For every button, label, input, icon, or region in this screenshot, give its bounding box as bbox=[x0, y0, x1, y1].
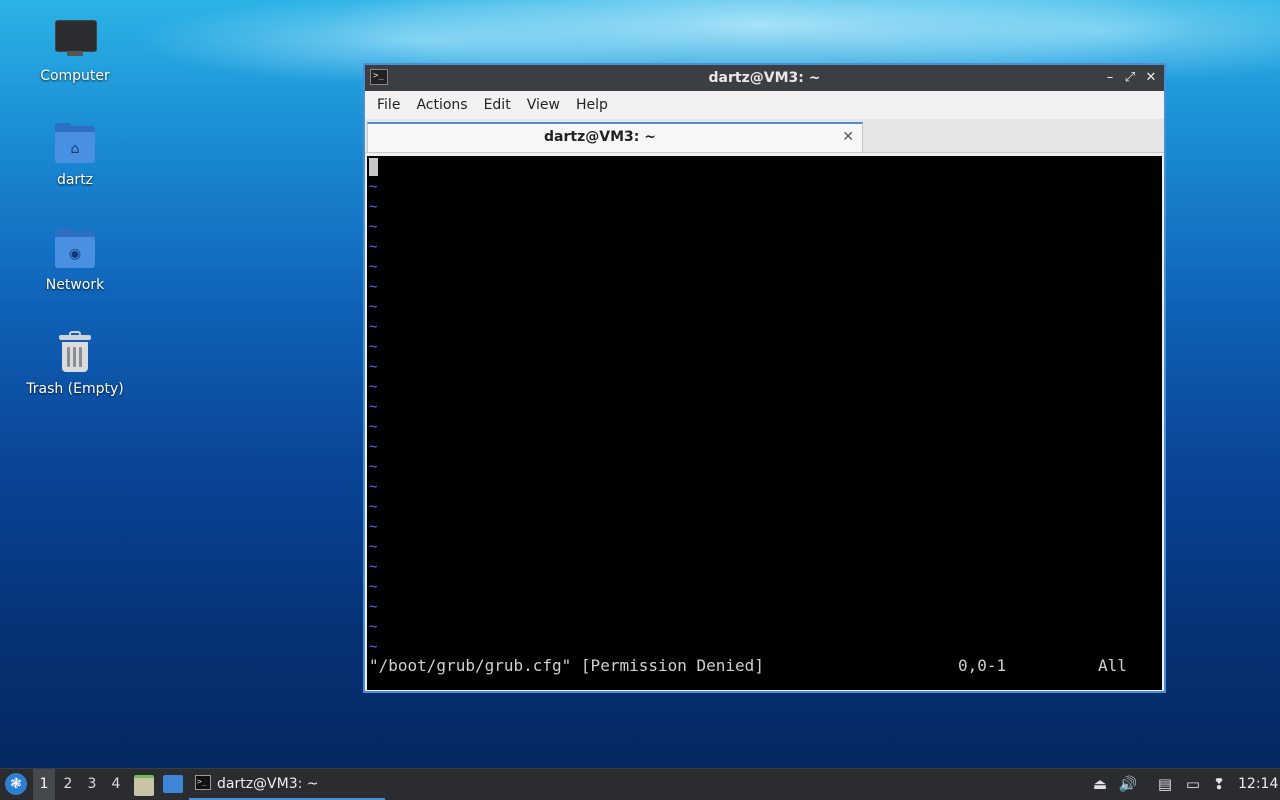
close-button[interactable]: ✕ bbox=[1141, 68, 1161, 88]
taskbar: ❃ 1 2 3 4 >_ dartz@VM3: ~ ⏏ 🔊 ▤ ▭ ❢ 12:1… bbox=[0, 768, 1280, 800]
tilde-marker: ~ bbox=[369, 299, 378, 315]
clock[interactable]: 12:14 bbox=[1238, 769, 1278, 800]
trash-icon bbox=[53, 331, 97, 375]
tilde-marker: ~ bbox=[369, 179, 378, 195]
vim-status-message: "/boot/grub/grub.cfg" [Permission Denied… bbox=[369, 656, 764, 675]
menu-edit[interactable]: Edit bbox=[476, 91, 519, 119]
volume-icon[interactable]: 🔊 bbox=[1118, 774, 1138, 794]
tilde-marker: ~ bbox=[369, 219, 378, 235]
window-title: dartz@VM3: ~ bbox=[708, 70, 821, 86]
menu-actions[interactable]: Actions bbox=[408, 91, 475, 119]
taskbar-terminal-button[interactable]: >_ dartz@VM3: ~ bbox=[189, 769, 385, 800]
minimize-button[interactable]: – bbox=[1100, 68, 1120, 88]
terminal-tab[interactable]: dartz@VM3: ~ ✕ bbox=[367, 122, 863, 152]
network-icon[interactable]: ▭ bbox=[1182, 774, 1204, 794]
tilde-marker: ~ bbox=[369, 239, 378, 255]
tilde-marker: ~ bbox=[369, 319, 378, 335]
tilde-marker: ~ bbox=[369, 559, 378, 575]
tilde-marker: ~ bbox=[369, 279, 378, 295]
desktop-icon-trash[interactable]: Trash (Empty) bbox=[15, 331, 135, 397]
tilde-marker: ~ bbox=[369, 459, 378, 475]
tilde-marker: ~ bbox=[369, 479, 378, 495]
update-notifier-icon[interactable]: ❢ bbox=[1208, 774, 1230, 794]
desktop-icon-label: Computer bbox=[40, 68, 110, 84]
tilde-marker: ~ bbox=[369, 359, 378, 375]
tab-close-icon[interactable]: ✕ bbox=[842, 127, 854, 147]
tilde-marker: ~ bbox=[369, 539, 378, 555]
show-desktop-icon[interactable] bbox=[163, 775, 183, 793]
computer-icon bbox=[53, 18, 97, 62]
vim-cursor-position: 0,0-1 bbox=[958, 656, 1007, 675]
menu-help[interactable]: Help bbox=[568, 91, 616, 119]
tilde-marker: ~ bbox=[369, 399, 378, 415]
desktop-icon-computer[interactable]: Computer bbox=[15, 18, 135, 84]
home-folder-icon: ⌂ bbox=[53, 122, 97, 166]
tilde-marker: ~ bbox=[369, 339, 378, 355]
terminal-window: >_ dartz@VM3: ~ – ⤢ ✕ File Actions Edit … bbox=[363, 63, 1166, 693]
tilde-marker: ~ bbox=[369, 439, 378, 455]
workspace-4[interactable]: 4 bbox=[105, 769, 127, 800]
tilde-marker: ~ bbox=[369, 519, 378, 535]
vim-scroll-position: All bbox=[1098, 656, 1127, 675]
tilde-marker: ~ bbox=[369, 599, 378, 615]
tab-bar: dartz@VM3: ~ ✕ bbox=[365, 119, 1164, 153]
desktop-icon-network[interactable]: ◉ Network bbox=[15, 227, 135, 293]
tilde-marker: ~ bbox=[369, 639, 378, 655]
clipboard-icon[interactable]: ▤ bbox=[1155, 774, 1175, 794]
maximize-button[interactable]: ⤢ bbox=[1120, 68, 1140, 88]
tilde-marker: ~ bbox=[369, 619, 378, 635]
tilde-marker: ~ bbox=[369, 499, 378, 515]
desktop-icon-label: Trash (Empty) bbox=[26, 381, 124, 397]
eject-icon[interactable]: ⏏ bbox=[1091, 774, 1109, 794]
tilde-marker: ~ bbox=[369, 379, 378, 395]
desktop-icon-label: dartz bbox=[56, 172, 94, 188]
desktop-icon-home[interactable]: ⌂ dartz bbox=[15, 122, 135, 188]
empty-line-markers: ~ ~ ~ ~ ~ ~ ~ ~ ~ ~ ~ ~ ~ ~ ~ ~ ~ ~ ~ ~ ~ ~ ~ ~ bbox=[369, 177, 377, 657]
text-cursor bbox=[369, 158, 378, 176]
workspace-2[interactable]: 2 bbox=[57, 769, 79, 800]
workspace-1[interactable]: 1 bbox=[33, 769, 55, 800]
tilde-marker: ~ bbox=[369, 419, 378, 435]
tilde-marker: ~ bbox=[369, 199, 378, 215]
terminal-icon: >_ bbox=[195, 775, 211, 790]
menu-file[interactable]: File bbox=[369, 91, 408, 119]
tilde-marker: ~ bbox=[369, 259, 378, 275]
file-manager-launcher-icon[interactable] bbox=[134, 775, 154, 796]
workspace-3[interactable]: 3 bbox=[81, 769, 103, 800]
menubar: File Actions Edit View Help bbox=[365, 91, 1164, 119]
menu-view[interactable]: View bbox=[519, 91, 568, 119]
window-titlebar[interactable]: >_ dartz@VM3: ~ – ⤢ ✕ bbox=[365, 65, 1164, 91]
application-menu-icon[interactable]: ❃ bbox=[5, 773, 27, 795]
terminal-area[interactable]: ~ ~ ~ ~ ~ ~ ~ ~ ~ ~ ~ ~ ~ ~ ~ ~ ~ ~ ~ ~ ~ ~ ~ ~ "/boot/grub/gru… bbox=[367, 156, 1162, 690]
tilde-marker: ~ bbox=[369, 579, 378, 595]
desktop-icon-label: Network bbox=[45, 277, 105, 293]
taskbar-task-label: dartz@VM3: ~ bbox=[217, 776, 319, 792]
network-folder-icon: ◉ bbox=[53, 227, 97, 271]
tab-title: dartz@VM3: ~ bbox=[544, 129, 656, 145]
